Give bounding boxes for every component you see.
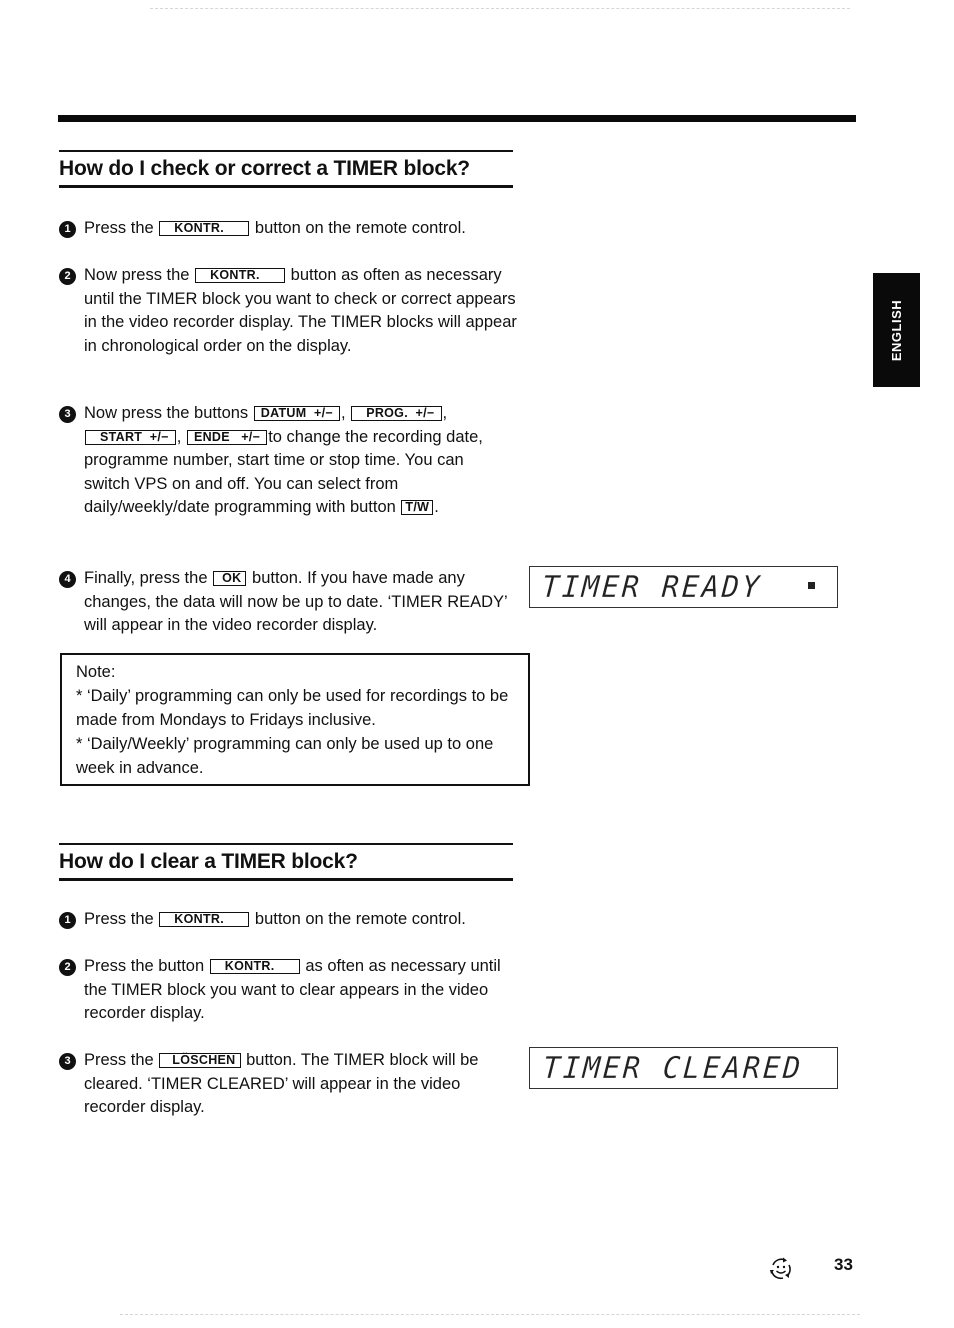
step-2: 2 Press the button KONTR. as often as ne… [59,955,509,1026]
step-1: 1 Press the KONTR. button on the remote … [59,217,529,241]
kontr-key: KONTR. [159,912,250,927]
language-tab: ENGLISH [873,273,920,387]
step-text: Press the [84,219,154,237]
step-3: 3 Now press the buttons DATUM +/−, PROG.… [59,402,511,520]
step-text: button on the remote control. [254,219,466,237]
scan-artifact-bottom [120,1314,860,1316]
step-1: 1 Press the KONTR. button on the remote … [59,908,529,932]
note-item: * ‘Daily’ programming can only be used f… [76,687,509,729]
datum-key: DATUM +/− [253,406,340,421]
vcr-display-timer-cleared: TIMER CLEARED [529,1047,838,1089]
step-number-icon: 1 [59,912,76,929]
start-key: START +/− [85,429,176,445]
section-title: How do I clear a TIMER block? [59,850,358,873]
step-4: 4 Finally, press the OK button. If you h… [59,567,521,638]
section-header-check: How do I check or correct a TIMER block? [59,150,513,188]
prog-key: PROG. +/− [351,406,442,421]
step-text: Now press the buttons [84,404,249,422]
step-number-icon: 2 [59,959,76,976]
separator: . [434,498,439,516]
step-text: Now press the [84,266,190,284]
note-box: Note: * ‘Daily’ programming can only be … [60,653,530,786]
step-text: button on the remote control. [254,910,466,928]
step-text: Press the button [84,957,205,975]
note-item: * ‘Daily/Weekly’ programming can only be… [76,735,494,777]
step-3: 3 Press the LÖSCHEN button. The TIMER bl… [59,1049,509,1120]
page-number: 33 [834,1255,853,1274]
step-number-icon: 3 [59,406,76,423]
recycle-smiley-icon [770,1257,791,1280]
step-number-icon: 3 [59,1053,76,1070]
note-heading: Note: [76,663,116,681]
ok-key: OK [213,571,247,586]
language-label: ENGLISH [889,299,905,361]
step-text: Finally, press the [84,569,208,587]
display-text: TIMER CLEARED [541,1051,805,1086]
display-text: TIMER READY [540,570,764,605]
vcr-display-timer-ready: TIMER READY [529,566,838,608]
top-rule [58,115,856,122]
step-text: Press the [84,1051,154,1069]
tw-key: T/W [401,500,434,515]
ende-key: ENDE +/− [186,429,268,445]
step-number-icon: 2 [59,268,76,285]
step-number-icon: 4 [59,571,76,588]
separator: , [176,427,182,446]
section-title: How do I check or correct a TIMER block? [59,157,470,180]
step-number-icon: 1 [59,221,76,238]
scan-artifact-top [150,8,850,10]
loeschen-key: LÖSCHEN [159,1053,241,1068]
separator: , [442,404,448,422]
separator: , [341,404,346,422]
section-header-clear: How do I clear a TIMER block? [59,843,513,881]
kontr-key: KONTR. [195,268,286,283]
step-text: Press the [84,910,154,928]
display-indicator-icon [808,582,815,589]
step-2: 2 Now press the KONTR. button as often a… [59,264,519,358]
kontr-key: KONTR. [209,959,300,974]
kontr-key: KONTR. [159,221,250,236]
